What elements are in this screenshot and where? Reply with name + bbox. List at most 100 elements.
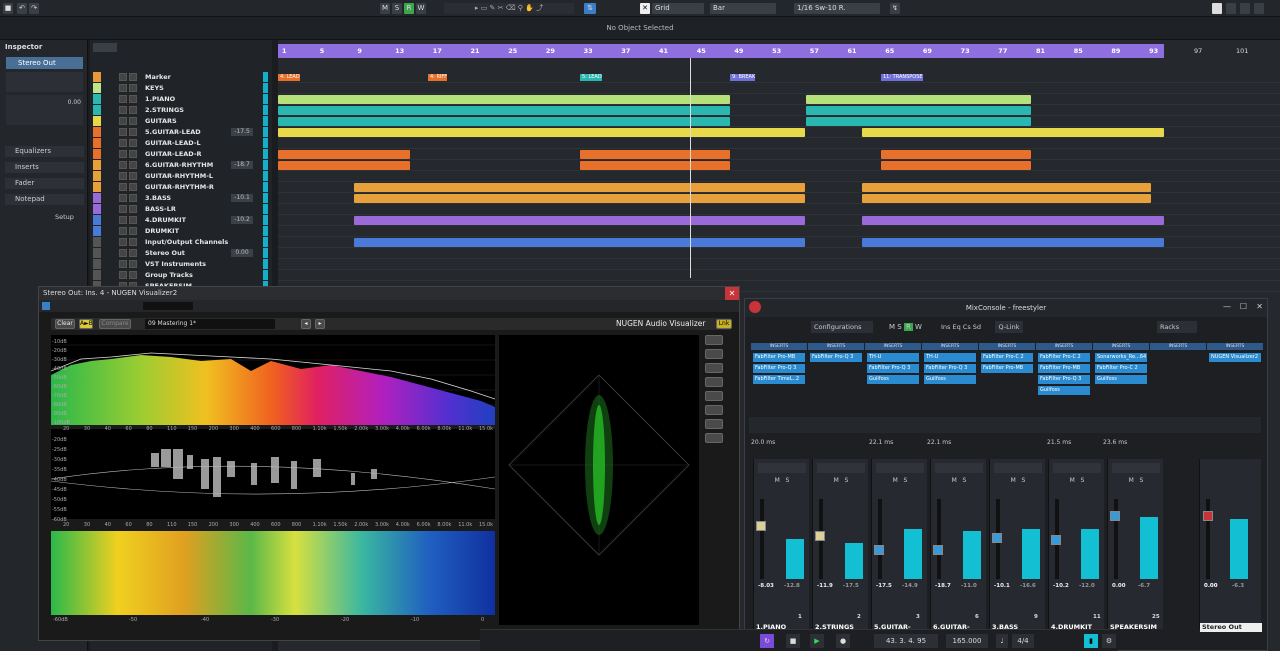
snap-toggle-icon[interactable]: ✕	[640, 3, 650, 14]
mute-icon[interactable]	[119, 216, 127, 224]
fader-cap[interactable]	[874, 545, 884, 555]
track-row[interactable]: Stereo Out 0.00	[93, 248, 269, 258]
undo-icon[interactable]: ↶	[17, 3, 27, 14]
track-row[interactable]: GUITAR-RHYTHM-L	[93, 171, 269, 181]
mute-icon[interactable]	[119, 260, 127, 268]
compare-button[interactable]: Compare	[99, 319, 131, 329]
solo-icon[interactable]	[129, 150, 137, 158]
pan-control[interactable]	[817, 463, 865, 473]
maximize-icon[interactable]: ☐	[1240, 302, 1247, 311]
event-clip[interactable]	[278, 95, 730, 104]
event-clip[interactable]	[278, 117, 730, 126]
channel-strip[interactable]: M S -18.7 -11.0 6 6.GUITAR-RHYTH	[930, 459, 986, 640]
track-volume[interactable]: -18.7	[231, 161, 253, 169]
solo-icon[interactable]	[129, 117, 137, 125]
event-clip[interactable]	[862, 194, 1151, 203]
mute-icon[interactable]	[119, 271, 127, 279]
solo-icon[interactable]	[129, 216, 137, 224]
event-clip[interactable]	[881, 150, 1031, 159]
event-clip[interactable]	[862, 216, 1164, 225]
mute-icon[interactable]	[119, 95, 127, 103]
track-row[interactable]: GUITAR-LEAD-R	[93, 149, 269, 159]
track-row[interactable]: GUITAR-LEAD-L	[93, 138, 269, 148]
solo-icon[interactable]	[129, 172, 137, 180]
minimize-icon[interactable]: —	[1223, 302, 1231, 311]
msrw-buttons[interactable]: M S R W	[889, 321, 937, 333]
channel-strip[interactable]: M S -8.03 -12.8 1 1.PIANO	[753, 459, 809, 631]
close-icon[interactable]: ✕	[1256, 302, 1263, 311]
insert-slot[interactable]: FabFilter Pro-Q 3	[867, 364, 919, 373]
quantize-icon[interactable]: ↯	[890, 3, 900, 14]
track-row[interactable]: BASS-LR	[93, 204, 269, 214]
fader-cap[interactable]	[815, 531, 825, 541]
insert-slot[interactable]: FabFilter Pro-MB	[753, 353, 805, 362]
mute-icon[interactable]	[119, 205, 127, 213]
mute-icon[interactable]	[119, 172, 127, 180]
pan-control[interactable]	[1053, 463, 1101, 473]
event-clip[interactable]	[862, 128, 1164, 137]
solo-icon[interactable]	[129, 139, 137, 147]
track-row[interactable]: Marker	[93, 72, 269, 82]
track-row[interactable]: DRUMKIT	[93, 226, 269, 236]
inspector-volume[interactable]: 0.00	[6, 95, 83, 125]
pan-control[interactable]	[935, 463, 983, 473]
mute-icon[interactable]	[119, 84, 127, 92]
mute-icon[interactable]	[119, 117, 127, 125]
insert-slot[interactable]: Guilfoss	[1038, 386, 1090, 395]
marker-label[interactable]: 4: RIFF	[428, 74, 448, 81]
solo-icon[interactable]	[129, 95, 137, 103]
view-btn-5[interactable]	[705, 391, 723, 401]
equalizers-section[interactable]: Equalizers	[5, 146, 84, 157]
mute-icon[interactable]	[119, 227, 127, 235]
fader-cap[interactable]	[756, 521, 766, 531]
insert-slot[interactable]: FabFilter Pro-Q 3	[810, 353, 862, 362]
mute-icon[interactable]	[119, 150, 127, 158]
fader-cap[interactable]	[933, 545, 943, 555]
insert-slot[interactable]: FabFilter Pro-Q 3	[924, 364, 976, 373]
solo-icon[interactable]	[129, 205, 137, 213]
configurations-select[interactable]: Configurations	[811, 321, 873, 333]
mute-solo-buttons[interactable]: M S	[1112, 477, 1160, 487]
snap-icon[interactable]: ⇅	[584, 3, 596, 14]
mute-solo-buttons[interactable]: M S	[994, 477, 1042, 487]
track-row[interactable]: 1.PIANO	[93, 94, 269, 104]
notepad-section[interactable]: Notepad	[5, 194, 84, 205]
track-row[interactable]: 6.GUITAR-RHYTHM -18.7	[93, 160, 269, 170]
event-clip[interactable]	[278, 128, 805, 137]
track-volume[interactable]: -10.1	[231, 194, 253, 202]
write-mode-button[interactable]: W	[416, 3, 426, 14]
mute-icon[interactable]	[119, 161, 127, 169]
fader-cap[interactable]	[1110, 511, 1120, 521]
insert-slot[interactable]: Guilfoss	[867, 375, 919, 384]
track-row[interactable]: GUITARS	[93, 116, 269, 126]
event-clip[interactable]	[862, 183, 1151, 192]
track-row[interactable]: 2.STRINGS	[93, 105, 269, 115]
view-btn-3[interactable]	[705, 363, 723, 373]
mute-icon[interactable]	[119, 73, 127, 81]
solo-icon[interactable]	[129, 238, 137, 246]
insert-slot[interactable]: Guilfoss	[924, 375, 976, 384]
quantize-select[interactable]: 1/16 Sw-10 R.	[794, 3, 880, 14]
mute-icon[interactable]	[119, 139, 127, 147]
insert-slot[interactable]: FabFilter Pro-C 2	[1095, 364, 1147, 373]
grid-bar-select[interactable]: Bar	[710, 3, 776, 14]
tool-buttons[interactable]: ▸ ▭ ✎ ✂ ⌫ ⚲ ✋ ⤴	[444, 3, 574, 14]
routing-row[interactable]	[749, 417, 1261, 433]
ab-button[interactable]: A►B	[79, 319, 93, 329]
track-row[interactable]: GUITAR-RHYTHM-R	[93, 182, 269, 192]
inspector-track-buttons[interactable]	[6, 72, 83, 92]
mute-icon[interactable]	[119, 106, 127, 114]
view-btn-8[interactable]	[705, 433, 723, 443]
solo-icon[interactable]	[129, 161, 137, 169]
mute-icon[interactable]	[119, 194, 127, 202]
mute-icon[interactable]	[119, 183, 127, 191]
solo-icon[interactable]	[129, 227, 137, 235]
event-clip[interactable]	[278, 106, 730, 115]
layout-zone-icon[interactable]	[1254, 3, 1264, 14]
redo-icon[interactable]: ↷	[29, 3, 39, 14]
playhead[interactable]	[690, 58, 691, 278]
pan-control[interactable]	[1112, 463, 1160, 473]
preset-manager[interactable]	[143, 302, 193, 310]
stereo-out-fader-cap[interactable]	[1203, 511, 1213, 521]
track-volume[interactable]: 0.00	[231, 249, 253, 257]
